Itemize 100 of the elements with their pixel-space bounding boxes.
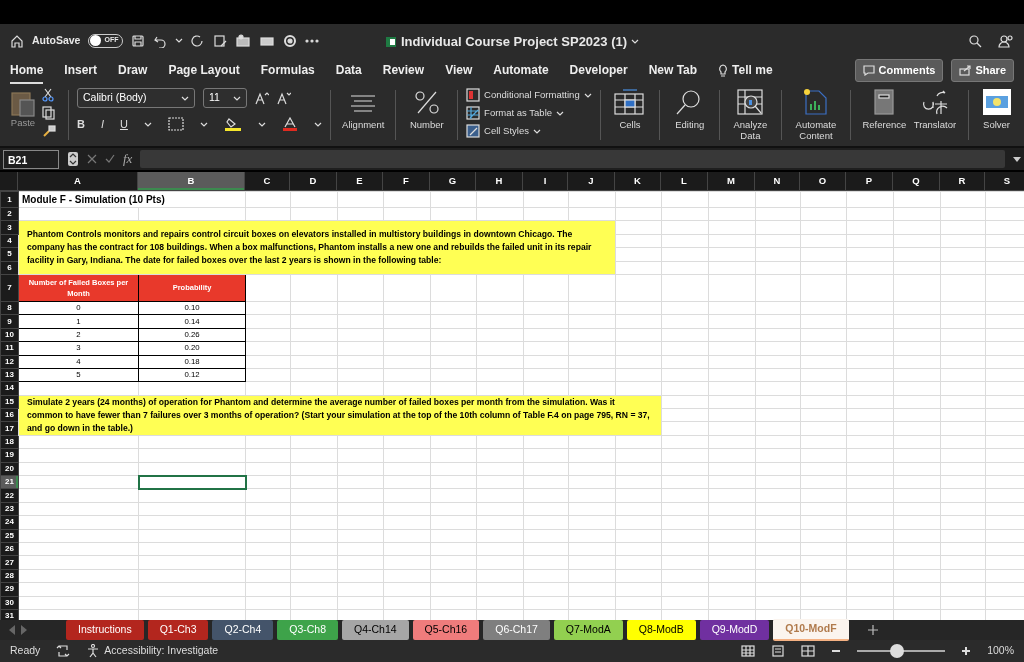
page-break-icon[interactable]: [801, 645, 816, 657]
page-layout-icon[interactable]: [771, 645, 786, 657]
ribbon-option[interactable]: Format as Table: [484, 107, 553, 119]
column-header[interactable]: O: [800, 172, 846, 190]
save-icon[interactable]: [131, 33, 146, 48]
share-people-icon[interactable]: [998, 33, 1014, 48]
column-header[interactable]: Q: [893, 172, 940, 190]
column-header[interactable]: F: [383, 172, 430, 190]
translate-icon[interactable]: [920, 88, 949, 116]
column-header[interactable]: L: [661, 172, 708, 190]
redo-icon[interactable]: [191, 33, 206, 48]
zoom-in-icon[interactable]: [961, 646, 972, 656]
add-sheet-icon[interactable]: [866, 624, 879, 636]
cells-icon[interactable]: [613, 88, 647, 116]
column-header[interactable]: R: [940, 172, 985, 190]
conditional-format-icon[interactable]: [466, 88, 481, 102]
accessibility-icon[interactable]: [86, 644, 101, 658]
circle-icon[interactable]: [283, 33, 298, 48]
next-sheet-icon[interactable]: [20, 625, 28, 635]
analyze-data-icon[interactable]: [736, 88, 765, 116]
underline-button[interactable]: U: [120, 116, 128, 133]
column-header[interactable]: D: [290, 172, 337, 190]
accessibility-status[interactable]: Accessibility: Investigate: [104, 643, 219, 659]
ribbon-tab[interactable]: Formulas: [260, 57, 315, 84]
cell-cursor[interactable]: [138, 475, 246, 489]
ribbon-tab[interactable]: Insert: [64, 57, 98, 84]
share-button[interactable]: Share: [951, 59, 1014, 82]
function-button[interactable]: fx: [123, 149, 133, 169]
column-header[interactable]: C: [245, 172, 290, 190]
ribbon-tab[interactable]: Draw: [118, 57, 148, 84]
cell-styles-icon[interactable]: [466, 124, 481, 138]
ribbon-tab[interactable]: Developer: [569, 57, 628, 84]
ribbon-tab[interactable]: Automate: [493, 57, 549, 84]
ribbon-option[interactable]: Cell Styles: [484, 125, 529, 137]
ribbon-tab[interactable]: Data: [335, 57, 362, 84]
stepper-icon[interactable]: [67, 151, 79, 167]
sheet-tab[interactable]: Q2-Ch4: [212, 620, 274, 640]
zoom-level[interactable]: 100%: [987, 643, 1014, 659]
chevron-icon[interactable]: [143, 120, 152, 128]
sheet-tab[interactable]: Q7-ModA: [553, 620, 623, 640]
comments-button[interactable]: Comments: [854, 59, 944, 82]
chevron-icon[interactable]: [532, 127, 541, 135]
italic-button[interactable]: I: [100, 116, 104, 133]
sheet-tab[interactable]: Q9-ModD: [699, 620, 770, 640]
sheet-tab[interactable]: Q1-Ch3: [147, 620, 209, 640]
sheet-tab[interactable]: Q6-Ch17: [483, 620, 550, 640]
sheet-tab[interactable]: Q4-Ch14: [342, 620, 409, 640]
tell-me-search[interactable]: Tell me: [732, 57, 773, 84]
row-header[interactable]: 7: [0, 274, 19, 302]
bold-button[interactable]: B: [76, 116, 85, 133]
font-size-select[interactable]: 11: [202, 88, 247, 108]
chevron-icon[interactable]: [257, 120, 266, 128]
increase-font-icon[interactable]: [254, 91, 269, 105]
macro-record-icon[interactable]: [56, 644, 71, 658]
name-box[interactable]: B21: [3, 149, 59, 169]
cut-icon[interactable]: [42, 88, 54, 102]
sheet-tab[interactable]: Instructions: [66, 620, 144, 640]
column-header[interactable]: E: [337, 172, 383, 190]
chevron-icon[interactable]: [199, 120, 208, 128]
fill-color-icon[interactable]: [223, 117, 242, 132]
save-edit-icon[interactable]: [213, 33, 228, 48]
column-header[interactable]: H: [476, 172, 523, 190]
column-header[interactable]: B: [138, 172, 245, 190]
formula-input[interactable]: [140, 150, 1005, 168]
chevron-icon[interactable]: [556, 109, 565, 117]
normal-view-icon[interactable]: [741, 645, 756, 657]
sheet-tab[interactable]: Q8-ModB: [626, 620, 696, 640]
format-painter-icon[interactable]: [42, 124, 56, 138]
picture-tool-icon[interactable]: [235, 33, 252, 48]
slider-thumb[interactable]: [889, 644, 904, 658]
column-header[interactable]: J: [568, 172, 615, 190]
column-header[interactable]: G: [430, 172, 476, 190]
font-color-icon[interactable]: [281, 117, 298, 132]
chevron-icon[interactable]: [583, 91, 592, 99]
decrease-font-icon[interactable]: [276, 91, 291, 105]
ribbon-tab[interactable]: View: [445, 57, 473, 84]
borders-icon[interactable]: [167, 117, 184, 132]
search-icon[interactable]: [968, 33, 982, 48]
column-header[interactable]: K: [615, 172, 661, 190]
automate-icon[interactable]: [802, 88, 829, 116]
column-header[interactable]: P: [846, 172, 893, 190]
cancel-icon[interactable]: [87, 154, 97, 164]
ribbon-option[interactable]: Conditional Formatting: [484, 89, 580, 101]
column-header[interactable]: M: [708, 172, 755, 190]
ribbon-tab[interactable]: Review: [382, 57, 425, 84]
chevron-icon[interactable]: [175, 37, 184, 44]
column-header[interactable]: I: [523, 172, 568, 190]
table-format-icon[interactable]: [466, 106, 481, 120]
column-header[interactable]: S: [985, 172, 1024, 190]
column-header[interactable]: N: [755, 172, 800, 190]
expand-icon[interactable]: [1013, 155, 1021, 163]
font-name-select[interactable]: Calibri (Body): [76, 88, 195, 108]
previous-sheet-icon[interactable]: [8, 625, 16, 635]
ribbon-tab[interactable]: Page Layout: [168, 57, 240, 84]
chevron-icon[interactable]: [631, 38, 640, 46]
ribbon-tab[interactable]: New Tab: [648, 57, 698, 84]
check-icon[interactable]: [105, 154, 115, 164]
solver-icon[interactable]: [981, 88, 1012, 116]
chevron-icon[interactable]: [313, 120, 322, 128]
row-header[interactable]: 1: [0, 191, 19, 208]
